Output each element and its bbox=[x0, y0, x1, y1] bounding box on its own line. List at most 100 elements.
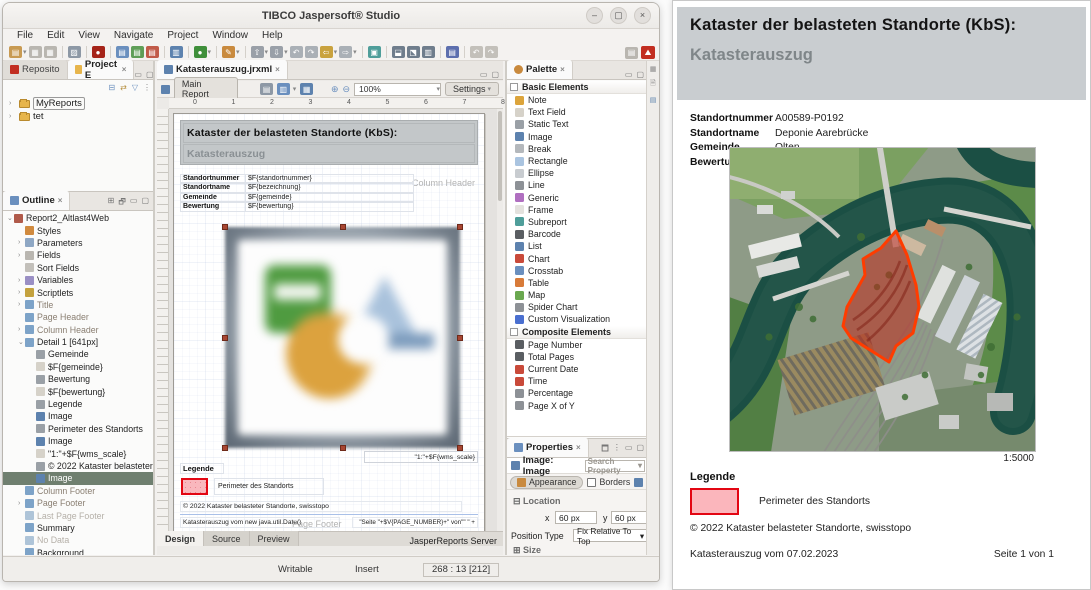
outline-item[interactable]: ›Column Header bbox=[3, 324, 153, 336]
design-field-value[interactable]: $F{bezeichnung} bbox=[246, 183, 414, 192]
dropdown-arrow-icon[interactable]: ▾ bbox=[353, 48, 357, 56]
outline-item[interactable]: "1:"+$F{wms_scale} bbox=[3, 447, 153, 459]
position-type-select[interactable]: Fix Relative To Top▾ bbox=[573, 529, 648, 542]
edit-report-icon[interactable]: ▤ bbox=[146, 46, 159, 58]
outline-item[interactable]: Summary bbox=[3, 522, 153, 534]
titlebar[interactable]: TIBCO Jaspersoft® Studio – ▢ × bbox=[3, 3, 659, 29]
outline-item[interactable]: Image bbox=[3, 472, 153, 484]
library-icon[interactable]: ▤ bbox=[446, 46, 459, 58]
minimize-button[interactable]: – bbox=[586, 7, 603, 24]
outline-item[interactable]: © 2022 Kataster belasteter Sta bbox=[3, 460, 153, 472]
design-field-row[interactable]: Gemeinde$F{gemeinde} bbox=[180, 193, 478, 202]
palette-item-time[interactable]: Time bbox=[507, 375, 648, 387]
outline-item[interactable]: Page Header bbox=[3, 311, 153, 323]
palette-item-note[interactable]: Note bbox=[507, 94, 648, 106]
outline-mode-icon[interactable]: ⊞ bbox=[108, 196, 115, 210]
menu-help[interactable]: Help bbox=[256, 29, 289, 44]
palette-item-subreport[interactable]: Subreport bbox=[507, 216, 648, 228]
redo-arrow-icon[interactable]: ↷ bbox=[305, 46, 318, 58]
design-copyright[interactable]: © 2022 Kataster belasteter Standorte, sw… bbox=[180, 501, 462, 512]
debug-icon[interactable]: ● bbox=[92, 46, 105, 58]
outline-item[interactable]: Column Footer bbox=[3, 485, 153, 497]
tab-outline[interactable]: Outline × bbox=[3, 191, 70, 210]
selection-handle[interactable] bbox=[222, 224, 228, 230]
layout-1-icon[interactable]: ⬓ bbox=[392, 46, 405, 58]
properties-tab-appearance[interactable]: Appearance bbox=[510, 476, 583, 489]
selection-handle[interactable] bbox=[340, 224, 346, 230]
expand-arrow-icon[interactable]: › bbox=[18, 289, 25, 296]
outline-item[interactable]: ›Scriptlets bbox=[3, 286, 153, 298]
menu-file[interactable]: File bbox=[11, 29, 39, 44]
project-tree-item[interactable]: ›MyReports bbox=[5, 97, 153, 110]
minimize-panel-icon[interactable]: ▭ bbox=[480, 70, 488, 79]
map-image-element[interactable] bbox=[225, 227, 460, 448]
close-tab-icon[interactable]: × bbox=[58, 196, 63, 205]
maximize-panel-icon[interactable]: ▢ bbox=[141, 196, 149, 210]
outline-item[interactable]: ›Variables bbox=[3, 274, 153, 286]
design-field-row[interactable]: Standortname$F{bezeichnung} bbox=[180, 183, 478, 192]
outline-thumbnail-icon[interactable]: 🗗 bbox=[118, 196, 126, 210]
report-page[interactable]: Kataster der belasteten Standorte (KbS):… bbox=[173, 113, 485, 531]
outline-item[interactable]: ›Parameters bbox=[3, 237, 153, 249]
design-title[interactable]: Kataster der belasteten Standorte (KbS): bbox=[183, 123, 475, 143]
compile-report-icon[interactable]: ▤ bbox=[116, 46, 129, 58]
restore-panel-icon[interactable]: ▦ bbox=[650, 65, 657, 73]
minimized-doc-icon[interactable]: 🗎 bbox=[650, 79, 656, 90]
palette-item-break[interactable]: Break bbox=[507, 143, 648, 155]
selection-handle[interactable] bbox=[457, 335, 463, 341]
outline-item[interactable]: Image bbox=[3, 435, 153, 447]
dropdown-arrow-icon[interactable]: ▾ bbox=[284, 48, 288, 56]
expand-arrow-icon[interactable]: › bbox=[18, 252, 25, 259]
zoom-out-icon[interactable]: ⊖ bbox=[342, 84, 350, 95]
design-legend-swatch[interactable] bbox=[181, 478, 208, 495]
outline-item[interactable]: No Data bbox=[3, 534, 153, 546]
palette-item-map[interactable]: Map bbox=[507, 289, 648, 301]
link-editor-icon[interactable]: ⇄ bbox=[120, 83, 127, 92]
palette-item-spider-chart[interactable]: Spider Chart bbox=[507, 301, 648, 313]
zoom-level-select[interactable]: 100%▾ bbox=[354, 83, 441, 96]
maximize-panel-icon[interactable]: ▢ bbox=[636, 443, 644, 457]
outline-item[interactable]: Legende bbox=[3, 398, 153, 410]
outline-item[interactable]: ›Page Footer bbox=[3, 497, 153, 509]
palette-item-rectangle[interactable]: Rectangle bbox=[507, 155, 648, 167]
expand-arrow-icon[interactable]: ⌄ bbox=[7, 214, 14, 222]
maximize-panel-icon[interactable]: ▢ bbox=[146, 70, 154, 79]
expand-arrow-icon[interactable]: › bbox=[18, 239, 25, 246]
outline-item[interactable]: $F{gemeinde} bbox=[3, 361, 153, 373]
outline-item[interactable]: Bewertung bbox=[3, 373, 153, 385]
palette-item-frame[interactable]: Frame bbox=[507, 204, 648, 216]
design-subtitle[interactable]: Katasterauszug bbox=[183, 144, 475, 163]
project-tree-item[interactable]: ›tet bbox=[5, 110, 153, 123]
outline-item[interactable]: $F{bewertung} bbox=[3, 385, 153, 397]
palette-section-header[interactable]: Basic Elements bbox=[507, 81, 648, 94]
settings-button[interactable]: Settings▾ bbox=[445, 82, 499, 96]
outline-item[interactable]: Perimeter des Standorts bbox=[3, 423, 153, 435]
outline-item[interactable]: Background bbox=[3, 547, 153, 555]
location-section-header[interactable]: ⊟ Location bbox=[513, 496, 561, 507]
palette-item-table[interactable]: Table bbox=[507, 277, 648, 289]
open-report-icon[interactable]: ▥ bbox=[170, 46, 183, 58]
y-input[interactable]: 60 px bbox=[611, 511, 647, 524]
dropdown-arrow-icon[interactable]: ▾ bbox=[236, 48, 240, 56]
dropdown-arrow-icon[interactable]: ▾ bbox=[265, 48, 269, 56]
selection-handle[interactable] bbox=[457, 224, 463, 230]
save-all-icon[interactable]: ▦ bbox=[44, 46, 57, 58]
palette-item-crosstab[interactable]: Crosstab bbox=[507, 265, 648, 277]
layout-2-icon[interactable]: ⬔ bbox=[407, 46, 420, 58]
align-top-icon[interactable]: ⇧ bbox=[251, 46, 264, 58]
perspective-icon[interactable]: ▤ bbox=[625, 47, 638, 59]
menu-view[interactable]: View bbox=[72, 29, 106, 44]
jaspersoft-perspective-icon[interactable]: ⛰ bbox=[641, 46, 655, 59]
outline-item[interactable]: Image bbox=[3, 410, 153, 422]
palette-section-header[interactable]: Composite Elements bbox=[507, 326, 648, 339]
outline-item[interactable]: ›Fields bbox=[3, 249, 153, 261]
back-icon[interactable]: ⇦ bbox=[320, 46, 333, 58]
menu-window[interactable]: Window bbox=[206, 29, 254, 44]
new-window-icon[interactable]: ▣ bbox=[368, 46, 381, 58]
design-field-label[interactable]: Standortname bbox=[180, 183, 246, 192]
palette-item-page-x-of-y[interactable]: Page X of Y bbox=[507, 400, 648, 412]
design-field-label[interactable]: Bewertung bbox=[180, 202, 246, 211]
palette-item-ellipse[interactable]: Ellipse bbox=[507, 167, 648, 179]
palette-item-image[interactable]: Image bbox=[507, 131, 648, 143]
outline-item[interactable]: Last Page Footer bbox=[3, 509, 153, 521]
